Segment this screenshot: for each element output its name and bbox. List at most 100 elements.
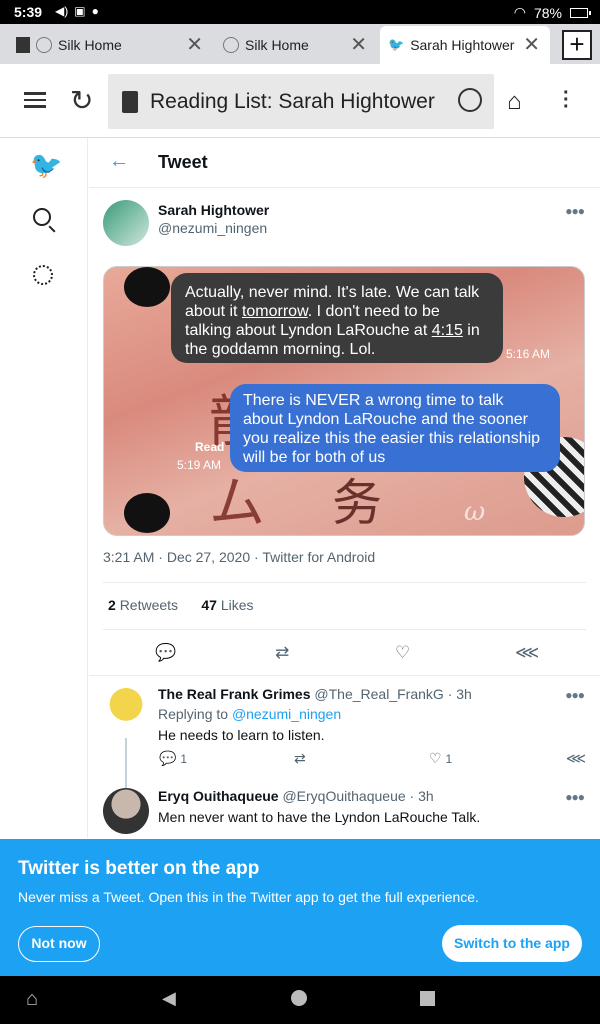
message-time: 5:19 AM	[177, 458, 222, 472]
bubble-link: tomorrow	[241, 303, 308, 320]
home-launcher-icon[interactable]: ⌂	[26, 988, 38, 1011]
message-bubble-sent: There is NEVER a wrong time to talk abou…	[230, 384, 560, 472]
avatar[interactable]	[103, 788, 149, 834]
address-bar[interactable]: Reading List: Sarah Hightower	[108, 74, 494, 129]
new-tab-button[interactable]: +	[562, 30, 592, 60]
page-title: Tweet	[158, 152, 208, 172]
tweet-source[interactable]: Twitter for Android	[262, 549, 375, 565]
retweets-label: Retweets	[119, 597, 179, 613]
retweets-stat[interactable]: 2 Retweets	[108, 597, 178, 613]
background-script: ω	[464, 497, 486, 527]
tab-label: Silk Home	[58, 37, 122, 53]
like-icon[interactable]: ♡	[395, 643, 410, 663]
gear-icon[interactable]	[33, 265, 53, 285]
tweet-column: ← Tweet Sarah Hightower @nezumi_ningen ●…	[89, 138, 600, 838]
status-bar: 5:39 ◀) ▣ ● ◠ 78%	[0, 0, 600, 24]
divider	[103, 629, 586, 630]
message-time: 5:16 AM	[506, 347, 551, 361]
browser-toolbar: ↻ Reading List: Sarah Hightower ⌂ · · ·	[0, 64, 600, 138]
close-icon[interactable]: ✕	[186, 32, 203, 57]
browser-tab-bar: Silk Home ✕ Silk Home ✕ 🐦 Sarah Hightowe…	[0, 24, 600, 64]
share-icon[interactable]: ⋘	[515, 643, 539, 663]
retweets-count: 2	[108, 597, 116, 613]
system-icons: ◠ 78%	[514, 4, 591, 21]
banner-subtitle: Never miss a Tweet. Open this in the Twi…	[18, 889, 479, 905]
reading-list-icon	[122, 90, 138, 113]
address-bar-text: Reading List: Sarah Hightower	[150, 89, 435, 113]
redacted-avatar	[124, 267, 170, 307]
close-icon[interactable]: ✕	[523, 32, 540, 57]
tweet-stats: 2 Retweets 47 Likes	[108, 597, 254, 613]
replying-label: Replying to	[158, 706, 229, 722]
reply-item[interactable]: Eryq Ouithaqueue @EryqOuithaqueue · 3h ●…	[89, 780, 600, 838]
replying-to: Replying to @nezumi_ningen	[158, 706, 341, 722]
banner-title: Twitter is better on the app	[18, 858, 260, 879]
likes-stat[interactable]: 47 Likes	[201, 597, 253, 613]
likes-label: Likes	[220, 597, 254, 613]
replying-to-link[interactable]: @nezumi_ningen	[232, 706, 341, 722]
reload-icon[interactable]: ↻	[70, 84, 93, 117]
more-icon[interactable]: ●●●	[565, 204, 585, 218]
reply-item[interactable]: The Real Frank Grimes @The_Real_FrankG ·…	[89, 676, 600, 826]
reply-header: The Real Frank Grimes @The_Real_FrankG ·…	[158, 686, 472, 702]
not-now-button[interactable]: Not now	[18, 926, 100, 962]
tab-silk-home-1[interactable]: Silk Home ✕	[8, 26, 213, 64]
replies-list: The Real Frank Grimes @The_Real_FrankG ·…	[89, 676, 600, 838]
battery-label: 78%	[533, 4, 562, 21]
notification-icons: ◀) ▣ ●	[55, 4, 99, 18]
avatar[interactable]	[103, 686, 149, 732]
reply-age[interactable]: 3h	[456, 686, 472, 702]
reply-author-handle[interactable]: @The_Real_FrankG	[314, 686, 443, 702]
tab-silk-home-2[interactable]: Silk Home ✕	[215, 26, 377, 64]
more-options-icon[interactable]: · · ·	[563, 83, 570, 117]
retweet-icon[interactable]: ⇄	[294, 750, 306, 767]
image-icon: ▣	[74, 4, 86, 18]
like-icon[interactable]: ♡ 1	[429, 750, 452, 767]
reply-age[interactable]: 3h	[418, 788, 434, 804]
globe-icon	[223, 37, 239, 53]
retweet-icon[interactable]: ⇄	[275, 643, 289, 663]
globe-icon	[36, 37, 52, 53]
search-icon[interactable]	[33, 208, 51, 226]
separator: ·	[447, 686, 453, 702]
redacted-avatar	[124, 493, 170, 533]
like-count: 1	[445, 752, 453, 766]
more-icon[interactable]: ●●●	[565, 790, 585, 804]
tweet-image[interactable]: 龍ム 务 ω Actually, never mind. It's late. …	[103, 266, 585, 536]
message-bubble-received: Actually, never mind. It's late. We can …	[171, 273, 503, 363]
reply-author-handle[interactable]: @EryqOuithaqueue	[282, 788, 405, 804]
more-icon[interactable]: ●●●	[565, 688, 585, 702]
reply-count: 1	[180, 752, 188, 766]
reply-text: He needs to learn to listen.	[158, 727, 325, 743]
back-icon[interactable]: ◀	[162, 988, 176, 1009]
author-handle[interactable]: @nezumi_ningen	[158, 220, 267, 236]
page-header: ← Tweet	[89, 138, 600, 188]
switch-to-app-button[interactable]: Switch to the app	[442, 925, 582, 962]
system-nav-bar: ⌂ ◀	[0, 976, 600, 1024]
globe-icon[interactable]	[458, 88, 482, 112]
twitter-bird-icon: 🐦	[388, 37, 405, 52]
author-name[interactable]: Sarah Hightower	[158, 202, 269, 218]
home-icon[interactable]	[291, 990, 307, 1006]
recents-icon[interactable]	[420, 991, 435, 1006]
arrow-left-icon[interactable]: ←	[109, 150, 129, 173]
menu-icon[interactable]	[24, 92, 46, 112]
separator: ·	[409, 788, 415, 804]
close-icon[interactable]: ✕	[350, 32, 367, 57]
reply-author-name[interactable]: The Real Frank Grimes	[158, 686, 311, 702]
reply-icon[interactable]: 💬 1	[159, 750, 187, 767]
pinned-page-icon	[16, 37, 30, 53]
home-icon[interactable]: ⌂	[507, 88, 522, 116]
reply-icon[interactable]: 💬	[155, 643, 176, 663]
chat-icon: ●	[91, 4, 99, 18]
twitter-sidebar: 🐦	[0, 138, 88, 838]
tweet-date[interactable]: Dec 27, 2020	[167, 549, 250, 565]
read-receipt: Read	[195, 440, 225, 454]
reply-author-name[interactable]: Eryq Ouithaqueue	[158, 788, 279, 804]
share-icon[interactable]: ⋘	[566, 750, 586, 767]
avatar[interactable]	[103, 200, 149, 246]
tweet-time[interactable]: 3:21 AM	[103, 549, 154, 565]
tab-sarah-hightower[interactable]: 🐦 Sarah Hightower ✕	[380, 26, 550, 64]
tweet-actions: 💬 ⇄ ♡ ⋘	[103, 643, 585, 671]
twitter-bird-icon[interactable]: 🐦	[30, 150, 62, 181]
